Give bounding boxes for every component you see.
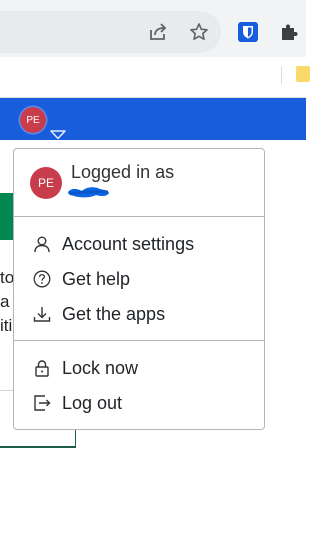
bookmarks-divider [281, 66, 282, 84]
menu-divider [14, 340, 264, 341]
download-icon [32, 304, 52, 324]
bitwarden-icon[interactable] [236, 20, 260, 44]
puzzle-icon[interactable] [277, 20, 301, 44]
menu-item-get-the-apps[interactable]: Get the apps [14, 297, 264, 331]
menu-item-get-help[interactable]: Get help [14, 262, 264, 296]
menu-item-account-settings[interactable]: Account settings [14, 227, 264, 261]
account-avatar: PE [30, 167, 62, 199]
bookmarks-bar [0, 57, 306, 98]
menu-item-lock-now[interactable]: Lock now [14, 351, 264, 385]
menu-item-label: Get help [62, 268, 131, 289]
star-icon[interactable] [187, 20, 211, 44]
user-icon [32, 234, 52, 254]
background-text-line: a [0, 292, 10, 311]
menu-item-label: Lock now [62, 357, 139, 378]
menu-item-log-out[interactable]: Log out [14, 386, 264, 420]
redacted-email-scribble [68, 187, 109, 198]
caret-down-icon[interactable] [50, 127, 66, 145]
background-text-line: iti [0, 316, 13, 335]
lock-icon [32, 358, 52, 378]
logout-icon [32, 393, 52, 413]
menu-item-label: Account settings [62, 233, 195, 254]
header-avatar[interactable]: PE [20, 107, 46, 133]
help-icon [32, 269, 52, 289]
share-icon[interactable] [146, 20, 170, 44]
folder-icon[interactable] [296, 66, 310, 82]
logged-in-label: Logged in as [71, 162, 175, 182]
menu-divider [14, 216, 264, 217]
primary-button[interactable] [0, 193, 14, 240]
menu-item-label: Log out [62, 392, 123, 413]
menu-item-label: Get the apps [62, 303, 166, 324]
